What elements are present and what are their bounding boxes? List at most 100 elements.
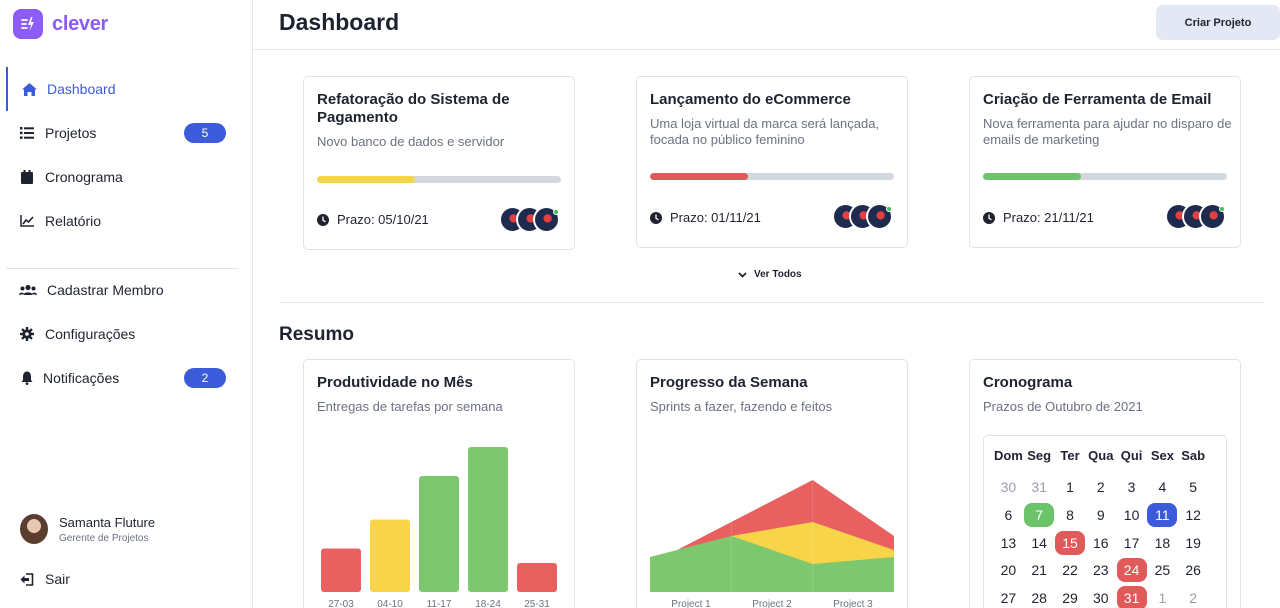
avatar [866, 203, 893, 230]
productivity-card: Produtividade no Mês Entregas de tarefas… [303, 359, 575, 608]
calendar-day-number: 8 [1066, 506, 1074, 523]
calendar-day[interactable]: 17 [1116, 529, 1147, 557]
main-nav: Dashboard Projetos 5 Cronograma Relatóri… [0, 67, 253, 243]
card-title: Produtividade no Mês [317, 374, 473, 391]
calendar: Dom Seg Ter Qua Qui Sex Sab 30 31 1 2 3 4 5 6 7 8 9 10 11 12… [983, 435, 1227, 608]
calendar-day[interactable]: 5 [1178, 474, 1209, 502]
project-title: Refatoração do Sistema de Pagamento [317, 91, 510, 126]
calendar-day[interactable]: 2 [1085, 474, 1116, 502]
project-progress-bar [650, 173, 894, 180]
calendar-day[interactable]: 30 [1085, 584, 1116, 608]
sidebar-item-projetos[interactable]: Projetos 5 [0, 111, 253, 155]
calendar-day[interactable]: 13 [993, 529, 1024, 557]
calendar-day[interactable]: 6 [993, 501, 1024, 529]
online-status-dot [553, 209, 559, 215]
clock-icon [317, 213, 329, 226]
project-card[interactable]: Lançamento do eCommerce Uma loja virtual… [636, 76, 908, 248]
secondary-nav: Cadastrar Membro Configurações Notificaç… [0, 268, 253, 400]
calendar-day[interactable]: 14 [1024, 529, 1055, 557]
clock-icon [650, 211, 662, 224]
team-avatars [1165, 203, 1226, 230]
team-avatars [499, 206, 560, 233]
calendar-day[interactable]: 25 [1147, 556, 1178, 584]
sidebar-item-dashboard[interactable]: Dashboard [0, 67, 253, 111]
calendar-day[interactable]: 4 [1147, 474, 1178, 502]
sidebar-item-notificacoes[interactable]: Notificações 2 [0, 356, 253, 400]
project-deadline: Prazo: 01/11/21 [650, 210, 761, 225]
team-avatars [832, 203, 893, 230]
user-profile[interactable]: Samanta Fluture Gerente de Projetos [20, 514, 155, 544]
calendar-day[interactable]: 1 [1147, 584, 1178, 608]
calendar-day[interactable]: 18 [1147, 529, 1178, 557]
calendar-day-number: 5 [1189, 479, 1198, 496]
calendar-day[interactable]: 10 [1116, 501, 1147, 529]
avatar [20, 514, 48, 544]
calendar-day[interactable]: 27 [993, 584, 1024, 608]
calendar-day[interactable]: 8 [1055, 501, 1086, 529]
x-tick-label: 27-03 [328, 599, 354, 608]
calendar-day[interactable]: 26 [1178, 556, 1209, 584]
calendar-day[interactable]: 30 [993, 474, 1024, 502]
chart-bar [468, 447, 508, 592]
see-all-button[interactable]: Ver Todos [738, 269, 802, 280]
project-card[interactable]: Refatoração do Sistema de Pagamento Novo… [303, 76, 575, 250]
project-card[interactable]: Criação de Ferramenta de Email Nova ferr… [969, 76, 1241, 248]
progress-fill [317, 176, 415, 183]
calendar-day-number: 2 [1189, 589, 1198, 606]
x-tick-label: 11-17 [427, 599, 452, 608]
logo[interactable]: clever [13, 9, 108, 39]
sign-out-icon [19, 571, 35, 587]
calendar-day-number: 15 [1054, 530, 1085, 555]
calendar-day-number: 13 [1000, 534, 1017, 551]
sidebar-item-cronograma[interactable]: Cronograma [0, 155, 253, 199]
sidebar-item-label: Cronograma [45, 169, 123, 185]
calendar-day[interactable]: 3 [1116, 474, 1147, 502]
calendar-day-number: 25 [1154, 562, 1171, 579]
calendar-day[interactable]: 12 [1178, 501, 1209, 529]
calendar-day[interactable]: 16 [1085, 529, 1116, 557]
logout-button[interactable]: Sair [0, 557, 253, 601]
card-subtitle: Sprints a fazer, fazendo e feitos [650, 399, 833, 414]
list-icon [19, 125, 35, 141]
create-project-button[interactable]: Criar Projeto [1156, 5, 1280, 40]
sidebar-item-relatorio[interactable]: Relatório [0, 199, 253, 243]
calendar-day-number: 31 [1116, 585, 1147, 608]
calendar-day[interactable]: 31 [1116, 584, 1147, 608]
calendar-day[interactable]: 2 [1178, 584, 1209, 608]
calendar-day[interactable]: 11 [1147, 501, 1178, 529]
calendar-day[interactable]: 21 [1024, 556, 1055, 584]
calendar-day[interactable]: 7 [1024, 501, 1055, 529]
calendar-day[interactable]: 29 [1055, 584, 1086, 608]
sidebar: clever Dashboard Projetos 5 Cronograma R… [0, 0, 253, 608]
schedule-card: Cronograma Prazos de Outubro de 2021 Dom… [969, 359, 1241, 608]
project-description: Nova ferramenta para ajudar no disparo d… [983, 116, 1232, 147]
online-status-dot [886, 206, 892, 212]
x-tick-label: Project 3 [833, 599, 873, 608]
calendar-weekday: Sab [1181, 448, 1206, 463]
calendar-day[interactable]: 24 [1116, 556, 1147, 584]
calendar-day[interactable]: 22 [1055, 556, 1086, 584]
calendar-day[interactable]: 23 [1085, 556, 1116, 584]
calendar-day[interactable]: 9 [1085, 501, 1116, 529]
sidebar-item-label: Notificações [43, 370, 120, 386]
calendar-day-number: 2 [1096, 479, 1105, 496]
calendar-day[interactable]: 1 [1055, 474, 1086, 502]
home-icon [21, 81, 37, 97]
card-title: Progresso da Semana [650, 374, 808, 391]
calendar-day-number: 17 [1123, 534, 1140, 551]
deadline-text: Prazo: 21/11/21 [1003, 210, 1094, 225]
sidebar-item-cadastrar-membro[interactable]: Cadastrar Membro [0, 268, 253, 312]
calendar-day[interactable]: 19 [1178, 529, 1209, 557]
sidebar-item-configuracoes[interactable]: Configurações [0, 312, 253, 356]
weekly-area-chart: Project 1 Project 2 Project 3 [650, 452, 894, 608]
calendar-day-number: 21 [1031, 562, 1047, 579]
bell-icon [19, 370, 35, 386]
calendar-day[interactable]: 31 [1024, 474, 1055, 502]
calendar-day[interactable]: 20 [993, 556, 1024, 584]
calendar-day-number: 20 [1000, 562, 1017, 579]
calendar-weekday: Sex [1150, 448, 1174, 463]
calendar-day[interactable]: 15 [1054, 529, 1086, 557]
calendar-day-number: 31 [1031, 479, 1047, 496]
avatar [533, 206, 560, 233]
calendar-day[interactable]: 28 [1024, 584, 1055, 608]
